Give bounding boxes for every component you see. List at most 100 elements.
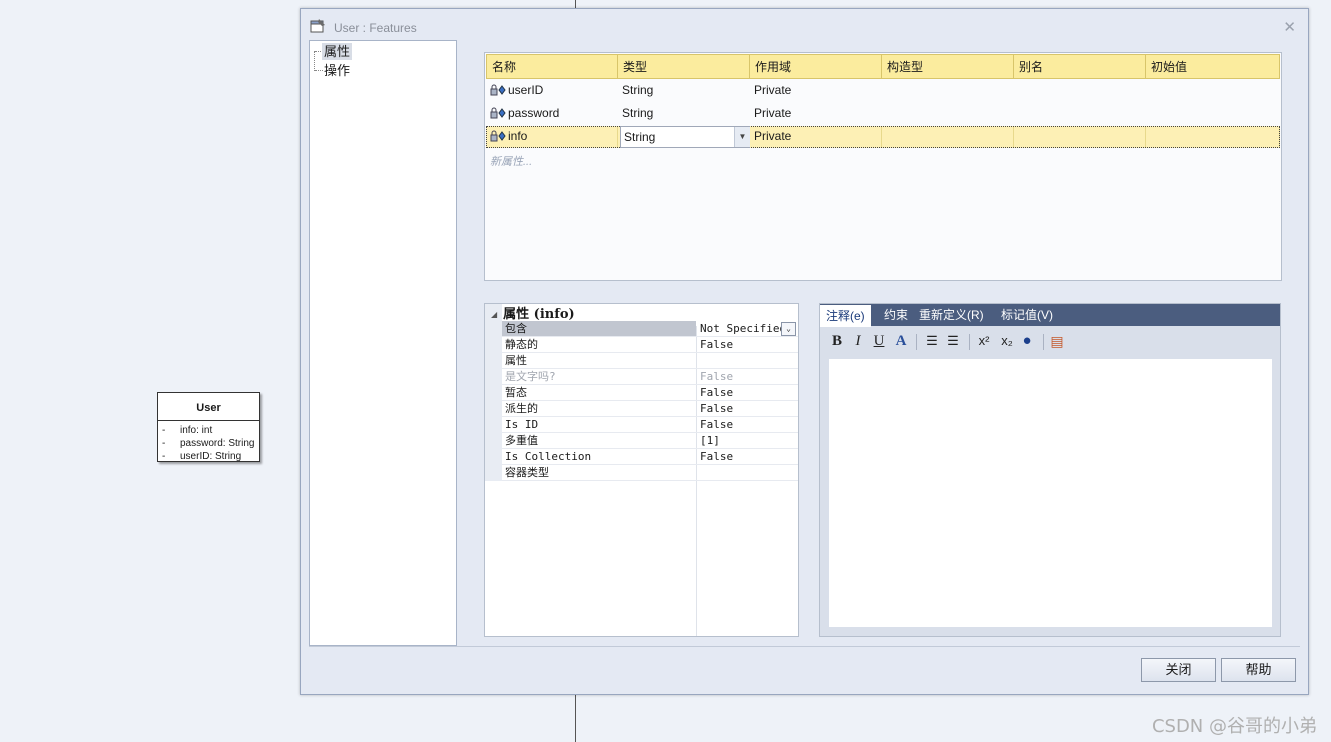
- attribute-name: password: [508, 106, 560, 120]
- bullet-list-button[interactable]: ☰: [923, 331, 941, 351]
- selected-row-highlight: [502, 321, 696, 336]
- attribute-name: info: [508, 129, 528, 143]
- collapse-triangle-icon[interactable]: ◢: [491, 309, 497, 319]
- column-header-scope[interactable]: 作用域: [750, 54, 882, 79]
- property-grid-gutter: [485, 304, 502, 481]
- attribute-text: userID: String: [180, 451, 242, 462]
- grid-header: 名称 类型 作用域 构造型 别名 初始值: [486, 54, 1280, 79]
- property-row: 是文字吗? False: [502, 369, 798, 385]
- attributes-grid: 名称 类型 作用域 构造型 别名 初始值 userID String Priva…: [484, 52, 1282, 281]
- attribute-text: info: int: [180, 425, 213, 436]
- attribute-text: password: String: [180, 438, 255, 449]
- table-row[interactable]: userID String Private: [486, 80, 1280, 102]
- column-header-alias[interactable]: 别名: [1014, 54, 1146, 79]
- cell-alias: [1014, 126, 1146, 148]
- uml-class-user[interactable]: User - info: int - password: String - userI…: [157, 392, 260, 462]
- document-button[interactable]: ▤: [1048, 331, 1066, 351]
- column-header-initial-value[interactable]: 初始值: [1146, 54, 1280, 79]
- tab-constraints[interactable]: 约束: [884, 304, 908, 326]
- property-value[interactable]: False: [700, 385, 733, 401]
- toolbar-separator: [1043, 334, 1044, 350]
- property-group-title: 属性 (info): [503, 307, 575, 322]
- property-grid: ◢ 属性 (info) 包含 Not Specified ⌄ 静态的 False …: [484, 303, 799, 637]
- tab-redefines[interactable]: 重新定义(R): [919, 304, 984, 326]
- property-name: 暂态: [505, 386, 527, 399]
- table-row-selected[interactable]: info String ▼ Private: [486, 126, 1280, 148]
- type-combobox-text: String: [624, 130, 656, 144]
- column-header-stereotype[interactable]: 构造型: [882, 54, 1014, 79]
- column-header-name[interactable]: 名称: [486, 54, 618, 79]
- property-value[interactable]: False: [700, 417, 733, 433]
- cell-scope: Private: [750, 126, 882, 148]
- cell-initial-value: [1146, 103, 1280, 125]
- column-header-type[interactable]: 类型: [618, 54, 750, 79]
- font-color-button[interactable]: A: [892, 331, 910, 351]
- property-row[interactable]: 包含 Not Specified ⌄: [502, 321, 798, 337]
- numbered-list-button[interactable]: ☰: [944, 331, 962, 351]
- private-attribute-icon: [490, 82, 506, 96]
- uml-class-attribute: - userID: String: [162, 450, 259, 463]
- bold-button[interactable]: B: [828, 331, 846, 351]
- superscript-button[interactable]: x²: [975, 331, 993, 351]
- cell-name: password: [486, 103, 618, 125]
- tab-notes[interactable]: 注释(e): [820, 305, 871, 327]
- property-name: 容器类型: [505, 466, 549, 479]
- tree-item-operations[interactable]: 操作: [322, 62, 352, 79]
- cell-stereotype: [882, 103, 1014, 125]
- property-value[interactable]: Not Specified: [700, 321, 786, 337]
- property-row[interactable]: 属性: [502, 353, 798, 369]
- property-row[interactable]: 派生的 False: [502, 401, 798, 417]
- cell-name: userID: [486, 80, 618, 102]
- property-value[interactable]: False: [700, 401, 733, 417]
- private-attribute-icon: [490, 128, 506, 142]
- uml-class-attribute: - info: int: [162, 424, 259, 437]
- cell-stereotype: [882, 80, 1014, 102]
- dialog-titlebar[interactable]: User : Features ✕: [301, 9, 1308, 39]
- notes-tab-bar: 注释(e) 约束 重新定义(R) 标记值(V): [820, 304, 1280, 327]
- cell-stereotype: [882, 126, 1014, 148]
- visibility-marker: -: [162, 438, 166, 449]
- property-value[interactable]: [1]: [700, 433, 720, 449]
- notes-toolbar: B I U A ☰ ☰ x² x₂ ● ▤: [820, 328, 1280, 354]
- table-row[interactable]: password String Private: [486, 103, 1280, 125]
- close-button[interactable]: 关闭: [1141, 658, 1216, 682]
- property-value[interactable]: False: [700, 337, 733, 353]
- tab-tagged-values[interactable]: 标记值(V): [1001, 304, 1053, 326]
- chevron-down-icon[interactable]: ▼: [734, 127, 750, 147]
- uml-class-attributes: - info: int - password: String - userID: St…: [158, 421, 259, 463]
- help-button[interactable]: 帮助: [1221, 658, 1296, 682]
- properties-icon: [310, 18, 326, 34]
- cell-name: info: [486, 126, 618, 148]
- hyperlink-button[interactable]: ●: [1018, 331, 1036, 351]
- tree-item-attributes[interactable]: 属性: [322, 43, 353, 60]
- type-combobox-value[interactable]: String ▼: [620, 126, 750, 148]
- property-name: 静态的: [505, 338, 538, 351]
- property-row[interactable]: 多重值 [1]: [502, 433, 798, 449]
- new-attribute-link[interactable]: 新属性...: [490, 153, 532, 169]
- cell-type: String: [622, 106, 654, 120]
- cell-type: String: [622, 83, 654, 97]
- property-value[interactable]: False: [700, 449, 733, 465]
- chevron-down-icon[interactable]: ⌄: [781, 322, 796, 336]
- diagram-connector-line-top: [575, 0, 576, 8]
- diagram-connector-line-bottom: [575, 695, 576, 742]
- property-name: Is Collection: [505, 450, 592, 463]
- property-row[interactable]: 容器类型: [502, 465, 798, 481]
- cell-scope: Private: [754, 83, 792, 97]
- dialog-title: User : Features: [334, 21, 417, 35]
- italic-button[interactable]: I: [849, 331, 867, 351]
- type-combobox[interactable]: String ▼: [618, 126, 750, 148]
- private-attribute-icon: [490, 105, 506, 119]
- cell-initial-value: [1146, 80, 1280, 102]
- toolbar-separator: [969, 334, 970, 350]
- property-row[interactable]: Is Collection False: [502, 449, 798, 465]
- watermark: CSDN @谷哥的小弟: [1151, 716, 1317, 737]
- attribute-name: userID: [508, 83, 544, 97]
- close-icon[interactable]: ✕: [1283, 18, 1296, 36]
- underline-button[interactable]: U: [870, 331, 888, 351]
- property-row[interactable]: 静态的 False: [502, 337, 798, 353]
- property-row[interactable]: Is ID False: [502, 417, 798, 433]
- property-row[interactable]: 暂态 False: [502, 385, 798, 401]
- subscript-button[interactable]: x₂: [998, 331, 1016, 351]
- notes-editor[interactable]: [829, 359, 1272, 627]
